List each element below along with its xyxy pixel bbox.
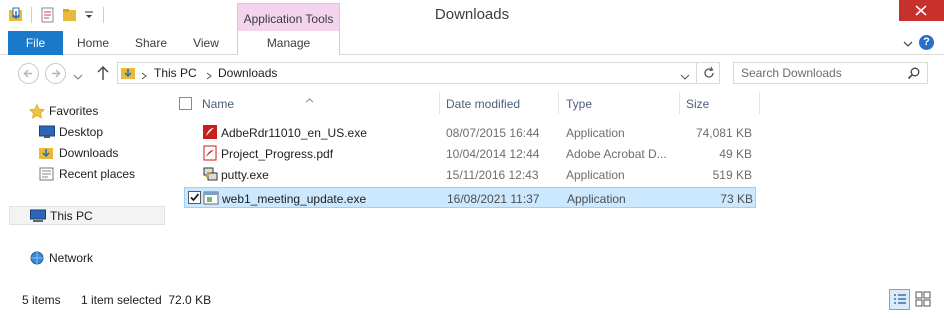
file-type: Adobe Acrobat D...: [566, 147, 667, 161]
forward-button[interactable]: [45, 63, 66, 84]
file-size: 73 KB: [720, 192, 753, 206]
back-arrow-icon: [23, 69, 32, 78]
column-header-date-modified[interactable]: Date modified: [446, 97, 520, 111]
nav-label: Favorites: [49, 104, 99, 118]
column-divider[interactable]: [679, 92, 680, 114]
file-row[interactable]: AdbeRdr11010_en_US.exe 08/07/2015 16:44 …: [184, 122, 756, 143]
file-type: Application: [566, 126, 625, 140]
file-name: AdbeRdr11010_en_US.exe: [221, 126, 367, 140]
file-date: 16/08/2021 11:37: [447, 192, 540, 206]
nav-label: Desktop: [59, 125, 104, 139]
computer-icon: [30, 209, 46, 223]
putty-icon: [202, 166, 218, 182]
desktop-icon: [39, 125, 55, 139]
address-divider: [696, 63, 697, 83]
window-title: Downloads: [434, 6, 510, 23]
close-button[interactable]: [899, 0, 944, 21]
file-date: 15/11/2016 12:43: [446, 168, 539, 182]
up-button[interactable]: [96, 65, 110, 84]
details-view-button[interactable]: [889, 289, 910, 310]
tab-home[interactable]: Home: [70, 31, 116, 55]
file-size: 49 KB: [719, 147, 752, 161]
file-date: 10/04/2014 12:44: [446, 147, 540, 161]
file-list: Name Date modified Type Size AdbeRdr1101…: [170, 92, 944, 289]
recent-places-icon: [39, 167, 55, 181]
refresh-icon: [704, 66, 714, 78]
expand-ribbon-icon[interactable]: [903, 37, 913, 51]
nav-label: Network: [49, 251, 94, 265]
large-icons-view-button[interactable]: [913, 289, 934, 310]
tab-view[interactable]: View: [184, 31, 228, 55]
nav-label: Downloads: [59, 146, 119, 160]
tab-share[interactable]: Share: [128, 31, 174, 55]
help-icon[interactable]: ?: [919, 35, 934, 50]
title-bar: Application Tools Downloads: [0, 0, 944, 31]
refresh-button[interactable]: [702, 66, 716, 83]
checkmark-icon: [190, 193, 200, 202]
nav-label: This PC: [50, 209, 93, 223]
search-placeholder: Search Downloads: [741, 66, 842, 80]
address-history-dropdown[interactable]: [680, 70, 690, 84]
column-header-type[interactable]: Type: [566, 97, 592, 111]
file-date: 08/07/2015 16:44: [446, 126, 540, 140]
large-icons-view-icon: [915, 291, 931, 307]
downloads-folder-icon: [121, 65, 137, 84]
forward-arrow-icon: [52, 69, 61, 78]
column-divider[interactable]: [759, 92, 760, 114]
file-size: 74,081 KB: [695, 126, 752, 140]
breadcrumb-downloads[interactable]: Downloads: [218, 66, 277, 80]
file-row[interactable]: Project_Progress.pdf 10/04/2014 12:44 Ad…: [184, 143, 756, 164]
nav-label: Recent places: [59, 167, 136, 181]
star-icon: [29, 103, 45, 119]
breadcrumb-this-pc[interactable]: This PC: [154, 66, 197, 80]
breadcrumb-separator-icon: [206, 69, 212, 83]
chevron-down-icon: [73, 74, 83, 80]
details-view-icon: [894, 294, 906, 304]
column-divider[interactable]: [558, 92, 559, 114]
status-bar: 5 items 1 item selected 72.0 KB: [0, 289, 944, 318]
nav-item-this-pc[interactable]: This PC: [9, 206, 165, 225]
file-name: web1_meeting_update.exe: [222, 192, 367, 206]
row-checkbox[interactable]: [188, 191, 201, 204]
downloads-folder-icon: [39, 146, 55, 160]
column-header-name[interactable]: Name: [202, 97, 234, 111]
navigation-bar: This PC Downloads Search Downloads: [0, 55, 944, 92]
ribbon-tabs: File Home Share View Manage ?: [0, 31, 944, 55]
tab-file[interactable]: File: [8, 31, 63, 55]
search-icon[interactable]: [907, 67, 920, 83]
navigation-pane: Favorites Desktop Downloads Recent place…: [0, 92, 170, 289]
back-button[interactable]: [18, 63, 39, 84]
recent-locations-dropdown[interactable]: [73, 70, 83, 84]
acrobat-installer-icon: [202, 124, 218, 140]
select-all-checkbox[interactable]: [179, 97, 192, 110]
column-header-size[interactable]: Size: [686, 97, 709, 111]
file-type: Application: [567, 192, 626, 206]
item-count: 5 items: [22, 293, 61, 307]
breadcrumb-separator-icon: [141, 69, 147, 83]
address-bar[interactable]: This PC Downloads: [117, 62, 720, 84]
tab-manage[interactable]: Manage: [237, 31, 340, 55]
file-name: putty.exe: [221, 168, 269, 182]
pdf-file-icon: [202, 145, 218, 161]
file-row-selected[interactable]: web1_meeting_update.exe 16/08/2021 11:37…: [184, 187, 756, 208]
up-arrow-icon: [97, 66, 109, 80]
sort-ascending-icon: [305, 92, 314, 106]
selection-info: 1 item selected 72.0 KB: [81, 293, 212, 307]
file-name: Project_Progress.pdf: [221, 147, 334, 161]
network-icon: [29, 251, 45, 265]
chevron-down-icon: [680, 74, 690, 80]
file-type: Application: [566, 168, 625, 182]
column-divider[interactable]: [439, 92, 440, 114]
file-row[interactable]: putty.exe 15/11/2016 12:43 Application 5…: [184, 164, 756, 185]
exe-file-icon: [203, 190, 219, 206]
search-input[interactable]: Search Downloads: [733, 62, 928, 84]
file-size: 519 KB: [712, 168, 752, 182]
close-icon: [915, 5, 927, 16]
